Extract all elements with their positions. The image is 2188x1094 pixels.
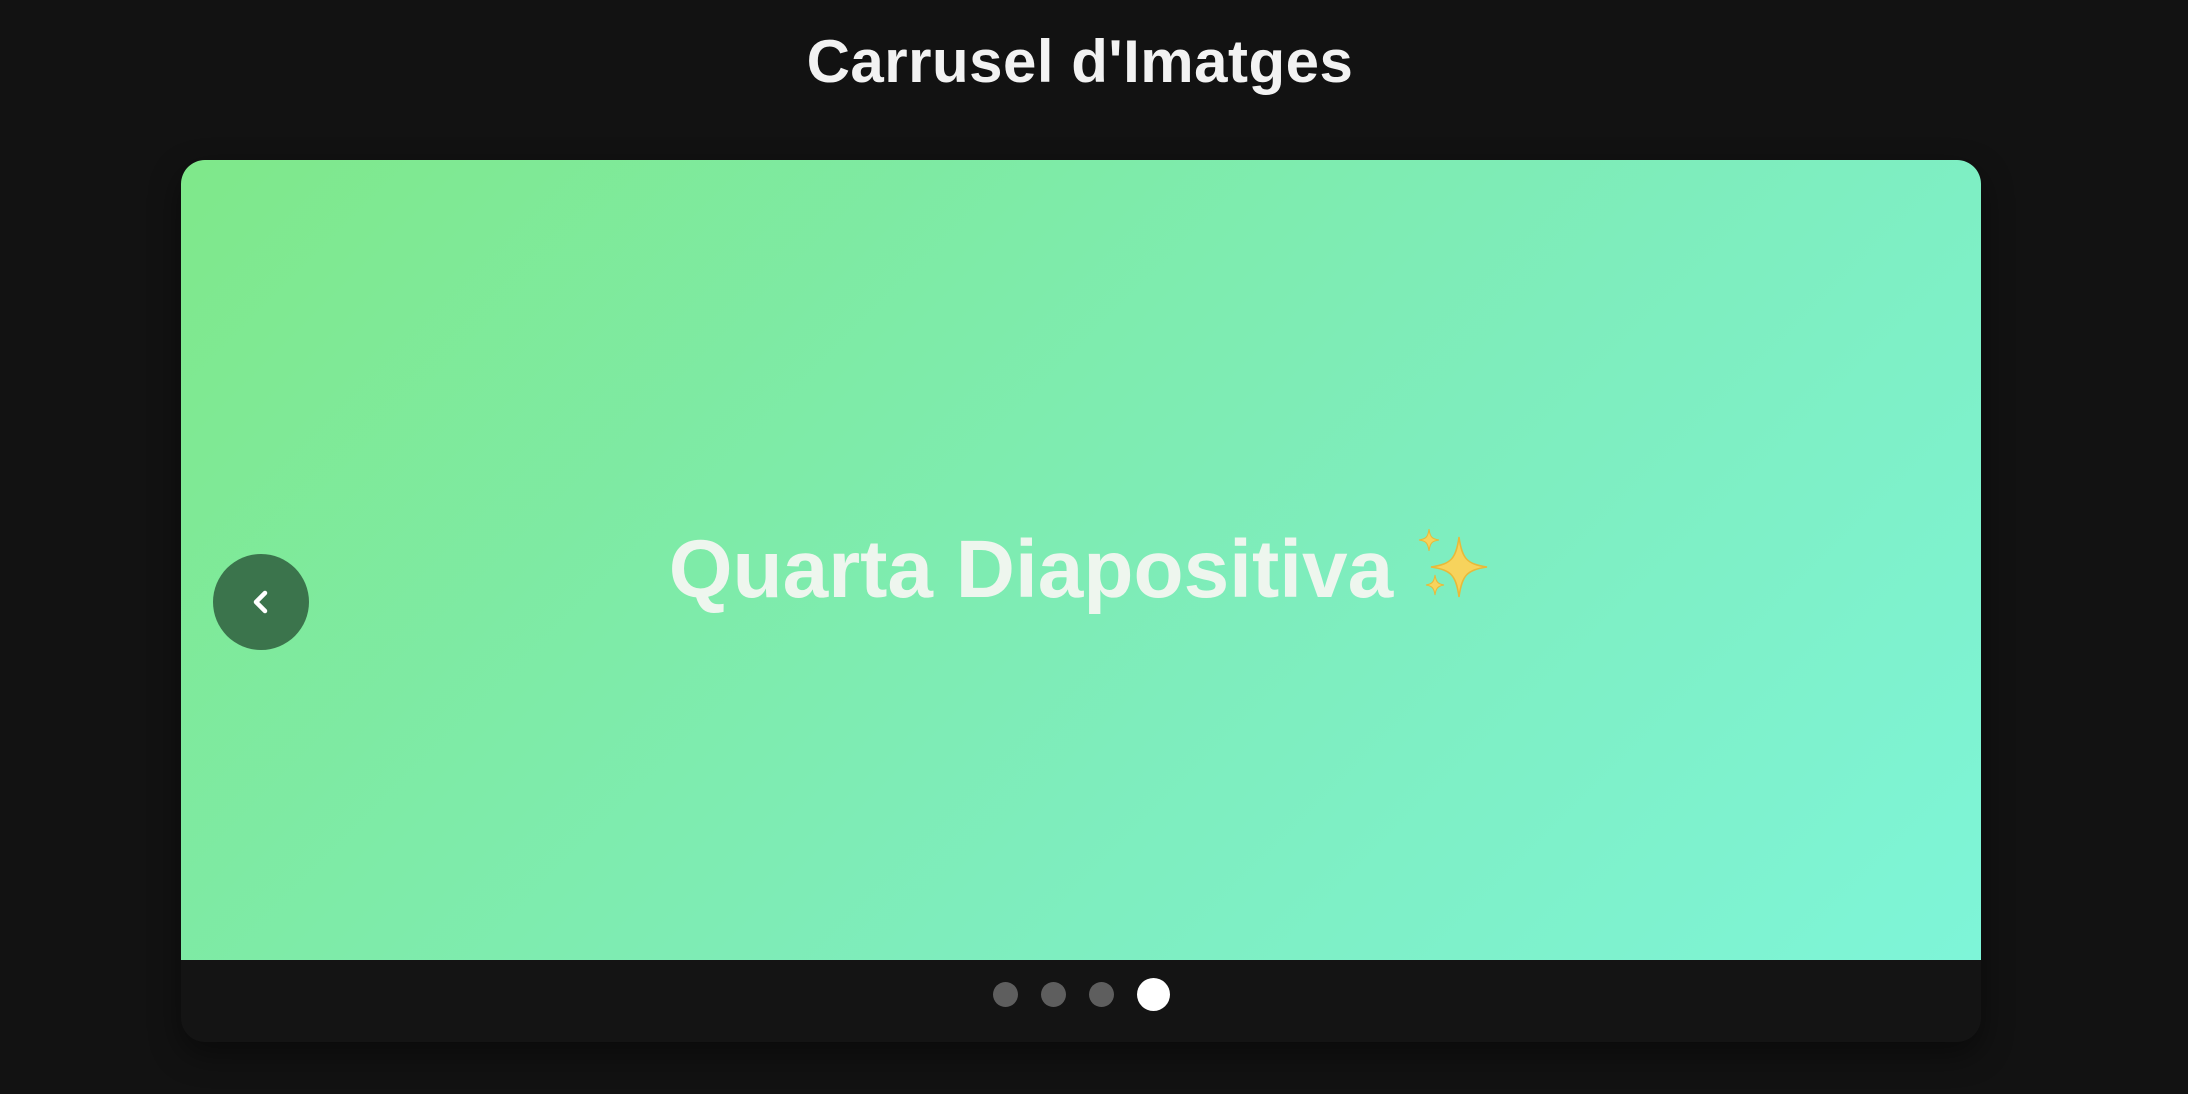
slide-caption: Quarta Diapositiva	[181, 515, 1981, 625]
prev-slide-button[interactable]	[213, 554, 309, 650]
slide-title: Quarta Diapositiva	[668, 524, 1394, 615]
slide-dot-1[interactable]	[992, 981, 1018, 1007]
sparkles-icon	[1415, 521, 1493, 599]
slide-dot-2[interactable]	[1040, 981, 1066, 1007]
slide-dot-3[interactable]	[1088, 981, 1114, 1007]
slide-indicators	[181, 964, 1981, 1024]
slide-dot-4[interactable]	[1136, 977, 1170, 1011]
carousel-slide: Quarta Diapositiva	[181, 160, 1981, 960]
chevron-left-icon	[253, 590, 268, 614]
carousel: Quarta Diapositiva	[181, 160, 1981, 1042]
page-title: Carrusel d'Imatges	[806, 28, 1354, 95]
